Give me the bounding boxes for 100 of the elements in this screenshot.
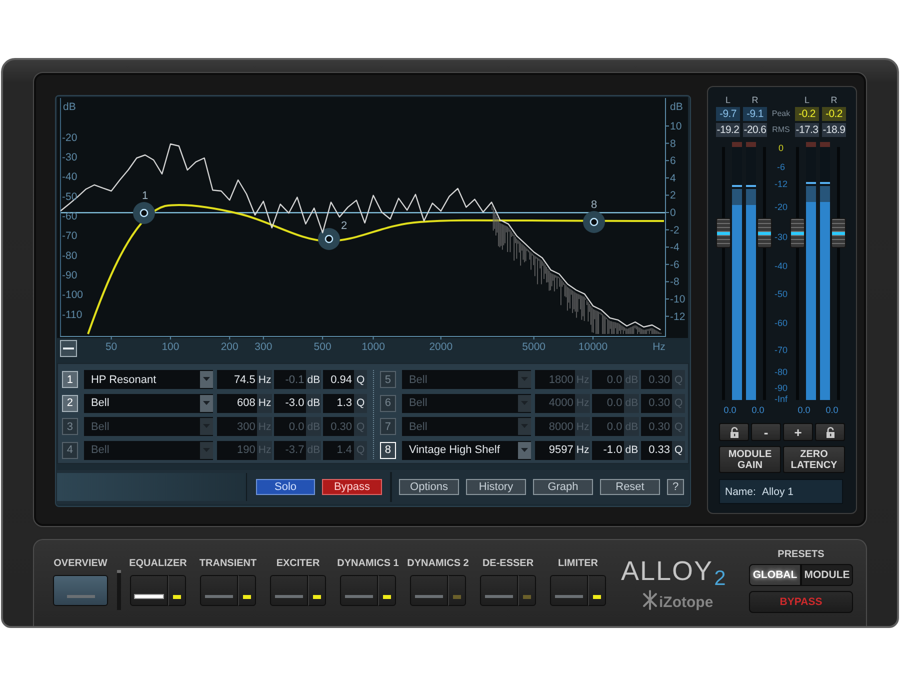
plus-button[interactable]: + [783,423,813,441]
fader-handle[interactable] [831,218,846,248]
power-button[interactable] [308,575,326,606]
preset-scope-tab[interactable]: GLOBAL [749,564,801,586]
name-value: Alloy 1 [762,486,794,498]
lock-icon [826,426,834,438]
fader-handle[interactable] [716,218,731,248]
toolbar-button[interactable]: Options [399,479,459,495]
q-field[interactable]: 1.4 [323,440,354,460]
toolbar-button[interactable]: Graph [533,479,593,495]
fader-handle[interactable] [757,218,772,248]
frequency-field[interactable]: 1800 [534,370,576,389]
scale-label: -6 [776,162,786,172]
filter-type-dropdown[interactable]: Bell [402,394,530,413]
minus-icon [63,348,74,350]
scale-label: -60 [773,318,788,328]
power-button[interactable] [588,575,606,606]
q-field[interactable]: 0.33 [641,440,672,460]
frequency-tick-label: 5000 [522,341,546,353]
db-tick-label: -40 [62,171,78,184]
toolbar-button[interactable]: History [466,479,526,495]
overview-button[interactable] [53,575,108,606]
filter-type-dropdown[interactable]: Bell [84,394,212,413]
gain-field[interactable]: 0.0 [592,394,624,413]
filter-type-dropdown[interactable]: Bell [84,440,212,460]
version-number: 2 [714,568,726,589]
lock-button[interactable] [719,423,749,441]
q-field[interactable]: 0.30 [641,394,672,413]
frequency-field[interactable]: 9597 [534,440,576,460]
gain-field[interactable]: -0.1 [274,370,306,389]
frequency-field[interactable]: 74.5 [216,370,258,389]
band-number-button[interactable]: 3 [62,418,78,436]
band-number-button[interactable]: 4 [62,442,78,459]
frequency-field[interactable]: 190 [216,440,258,460]
toolbar-button[interactable]: Bypass [322,479,382,495]
fader-handle[interactable] [790,218,805,248]
rms-readout: -19.2 [716,123,740,137]
gain-field[interactable]: 0.0 [274,417,306,436]
caret-icon [200,370,212,389]
option-button[interactable]: MODULE GAIN [719,446,781,473]
toolbar-button[interactable]: Solo [256,479,315,495]
name-field[interactable]: Name: Alloy 1 [719,479,843,504]
filter-type-dropdown[interactable]: Bell [402,417,530,436]
presets-title: PRESETS [778,549,824,560]
power-button[interactable] [238,575,256,606]
frequency-field[interactable]: 608 [216,394,258,413]
filter-type-dropdown[interactable]: Vintage High Shelf [402,440,530,460]
filter-type-dropdown[interactable]: Bell [402,370,530,389]
gain-field[interactable]: 0.0 [592,417,624,436]
q-field[interactable]: 0.30 [641,370,672,389]
gain-field[interactable]: 0.0 [592,370,624,389]
db-tick-label: 2 [670,190,676,202]
scale-label: -12 [773,179,788,189]
db-tick-label: -4 [670,242,680,254]
frequency-field[interactable]: 8000 [534,417,576,436]
q-field[interactable]: 0.94 [323,370,354,389]
gain-field[interactable]: -1.0 [592,440,624,460]
power-button[interactable] [168,575,186,606]
unit-label: Q [354,370,367,389]
frequency-field[interactable]: 300 [216,417,258,436]
frequency-field[interactable]: 4000 [534,394,576,413]
filter-type-dropdown[interactable]: Bell [84,417,212,436]
caret-icon [200,440,212,460]
unit-label: Hz [257,370,272,389]
unit-label: dB [306,394,322,413]
band-number-button[interactable]: 7 [380,418,396,436]
db-tick-label: -2 [670,224,680,236]
frequency-tick-label: 100 [162,341,180,353]
q-field[interactable]: 1.3 [323,394,354,413]
band-number-button[interactable]: 6 [380,394,396,412]
bypass-button[interactable]: BYPASS [749,591,853,613]
gain-field[interactable]: -3.7 [274,440,306,460]
power-button[interactable] [378,575,396,606]
row-label: RMS [771,124,791,136]
q-field[interactable]: 0.30 [323,417,354,436]
toolbar-button[interactable]: Reset [600,479,660,495]
collapse-button[interactable] [60,340,77,357]
filter-type-dropdown[interactable]: HP Resonant [84,370,212,389]
preset-scope-tab[interactable]: MODULE [801,564,853,586]
band-number-button[interactable]: 2 [62,394,78,412]
help-button[interactable]: ? [667,479,684,495]
row-label: Peak [770,108,792,120]
module-button[interactable] [130,575,168,606]
band-node[interactable] [133,202,155,224]
module-label: DYNAMICS 1 [337,558,399,570]
band-node[interactable] [318,228,340,250]
band-number-button[interactable]: 8 [380,442,396,459]
lock-button[interactable] [815,423,845,441]
band-number-button[interactable]: 5 [380,371,396,388]
gain-readout: 0.0 [750,405,766,415]
minus-button[interactable]: - [751,423,781,441]
option-button[interactable]: ZERO LATENCY [783,446,845,473]
gain-field[interactable]: -3.0 [274,394,306,413]
band-node[interactable] [583,211,605,233]
db-tick-label: -12 [670,310,686,323]
db-tick-label: -50 [62,190,78,203]
q-field[interactable]: 0.30 [641,417,672,436]
node-label: 1 [142,190,148,202]
module-label: OVERVIEW [54,558,108,570]
band-number-button[interactable]: 1 [62,371,78,388]
